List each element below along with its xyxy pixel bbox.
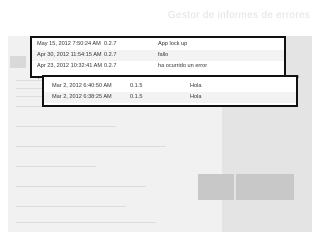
report-list-bottom: Mar 2, 2012 6:40:50 AM 0.1.5 Hola Mar 2,… (42, 75, 298, 107)
faint-line (16, 166, 96, 167)
app-title: Gestor de informes de errores (167, 10, 310, 21)
table-row[interactable]: Apr 30, 2012 11:54:15 AM 0.2.7 fallo (32, 50, 284, 61)
table-row[interactable]: Apr 23, 2012 10:32:41 AM 0.2.7 ha ocurri… (32, 61, 284, 72)
table-row[interactable]: May 15, 2012 7:50:24 AM 0.2.7 App lock u… (32, 39, 284, 50)
left-tile (10, 56, 26, 68)
report-message: fallo (158, 52, 169, 58)
report-message: App lock up (158, 41, 188, 47)
faint-line (16, 206, 126, 207)
table-row[interactable]: Mar 2, 2012 6:40:50 AM 0.1.5 Hola (44, 81, 296, 92)
report-date: Mar 2, 2012 6:40:50 AM (52, 83, 112, 89)
report-version: 0.1.5 (130, 83, 143, 89)
report-version: 0.2.7 (104, 41, 117, 47)
report-list-top: May 15, 2012 7:50:24 AM 0.2.7 App lock u… (30, 36, 286, 78)
report-date: Mar 2, 2012 6:38:25 AM (52, 94, 112, 100)
report-date: Apr 30, 2012 11:54:15 AM (37, 52, 102, 58)
report-message: Hola (190, 83, 202, 89)
faint-line (16, 222, 156, 223)
report-version: 0.1.5 (130, 94, 143, 100)
report-date: Apr 23, 2012 10:32:41 AM (37, 63, 102, 69)
faint-line (16, 186, 146, 187)
report-message: Hola (190, 94, 202, 100)
report-version: 0.2.7 (104, 52, 117, 58)
table-row[interactable]: Mar 2, 2012 6:38:25 AM 0.1.5 Hola (44, 92, 296, 103)
report-version: 0.2.7 (104, 63, 117, 69)
right-tile[interactable] (198, 174, 234, 200)
faint-line (16, 126, 116, 127)
report-message: ha ocurrido un error (158, 63, 208, 69)
report-date: May 15, 2012 7:50:24 AM (37, 41, 101, 47)
right-tile[interactable] (236, 174, 294, 200)
faint-line (16, 146, 166, 147)
